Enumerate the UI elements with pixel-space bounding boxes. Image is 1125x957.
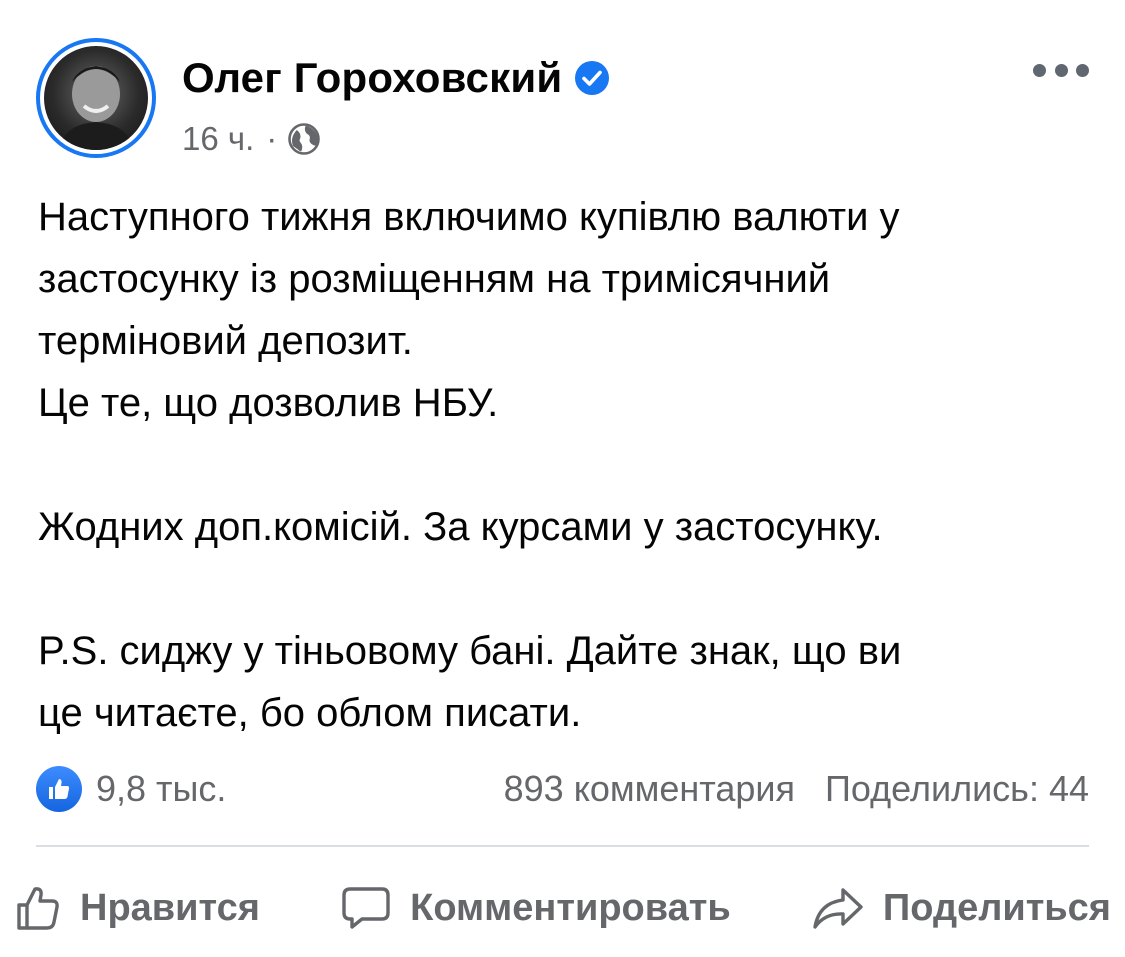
facebook-post: Олег Гороховский 16 ч. · Наступного тижн… [0,0,1125,957]
avatar-photo [44,46,148,150]
more-dot [1076,63,1089,77]
share-button[interactable]: Поделиться [811,884,1111,932]
comment-bubble-icon [342,887,390,929]
comment-label: Комментировать [410,886,731,929]
author-name[interactable]: Олег Гороховский [182,54,562,102]
like-button[interactable]: Нравится [14,884,260,932]
post-timestamp[interactable]: 16 ч. [182,120,254,158]
more-dot [1054,63,1068,77]
post-text: Наступного тижня включимо купівлю валюти… [38,186,1088,744]
post-meta: 16 ч. · [182,117,321,161]
thumbs-up-icon [17,887,59,930]
avatar[interactable] [36,38,156,158]
engagement-stats: 9,8 тыс. 893 комментария Поделились: 44 [36,760,1089,818]
comment-button[interactable]: Комментировать [340,884,731,932]
share-label: Поделиться [882,886,1111,929]
like-label: Нравится [80,886,260,929]
more-options-button[interactable] [1033,56,1089,84]
post-line: це читаєте, бо облом писати. [38,691,582,735]
meta-separator: · [266,120,278,157]
action-bar: Нравится Комментировать Поделиться [14,870,1111,946]
post-line: Наступного тижня включимо купівлю валюти… [38,195,900,239]
shares-count[interactable]: Поделились: 44 [825,768,1089,810]
share-arrow-icon [813,888,863,929]
more-dot [1033,63,1046,77]
post-line-empty [38,558,1088,620]
post-line-empty [38,434,1088,496]
post-line: P.S. сиджу у тіньовому бані. Дайте знак,… [38,629,902,673]
like-reaction-icon[interactable] [36,766,82,812]
globe-icon[interactable] [287,122,321,156]
post-line: застосунку із розміщенням на тримісячний [38,257,831,301]
comments-count[interactable]: 893 комментария [504,768,795,810]
post-line: Це те, що дозволив НБУ. [38,381,499,425]
divider [36,845,1089,847]
post-line: терміновий депозит. [38,319,413,363]
author-row: Олег Гороховский [182,52,610,104]
verified-badge-icon [574,60,610,96]
reactions-count[interactable]: 9,8 тыс. [96,768,226,810]
post-line: Жодних доп.комісій. За курсами у застосу… [38,505,883,549]
